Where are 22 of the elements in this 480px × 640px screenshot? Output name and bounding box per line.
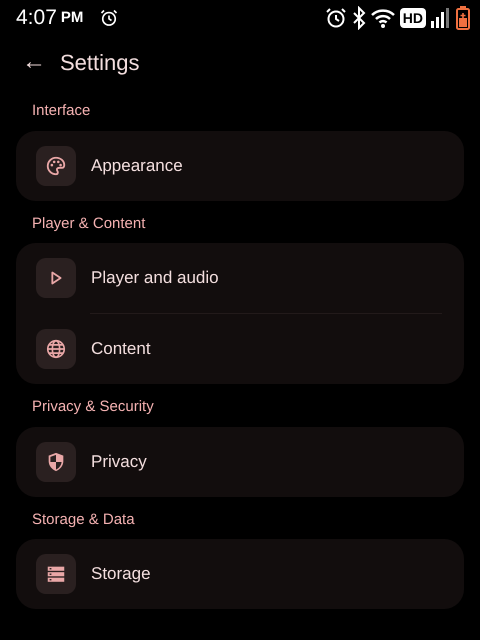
wifi-icon: [370, 7, 396, 29]
alarm-icon: [324, 6, 348, 30]
clock-period: PM: [60, 8, 84, 28]
settings-item[interactable]: Content: [16, 314, 464, 384]
settings-item[interactable]: Privacy: [16, 426, 464, 496]
globe-icon: [45, 338, 67, 360]
signal-icon: [430, 7, 452, 29]
palette-icon: [45, 154, 67, 176]
network-badge: HD: [400, 8, 426, 28]
settings-item[interactable]: Player and audio: [16, 243, 464, 313]
settings-item[interactable]: Appearance: [16, 130, 464, 200]
settings-item[interactable]: Storage: [16, 539, 464, 609]
section-heading: Privacy & Security: [31, 397, 155, 417]
section-heading: Player & Content: [31, 214, 146, 234]
back-button[interactable]: ←: [16, 50, 52, 74]
page-title: Settings: [60, 48, 140, 77]
section-heading: Interface: [31, 101, 92, 121]
bluetooth-icon: [352, 6, 366, 30]
section-heading: Storage & Data: [31, 510, 136, 530]
battery-icon: [456, 6, 470, 30]
alarm-icon: [99, 8, 120, 28]
clock-time: 4:07: [16, 5, 57, 32]
